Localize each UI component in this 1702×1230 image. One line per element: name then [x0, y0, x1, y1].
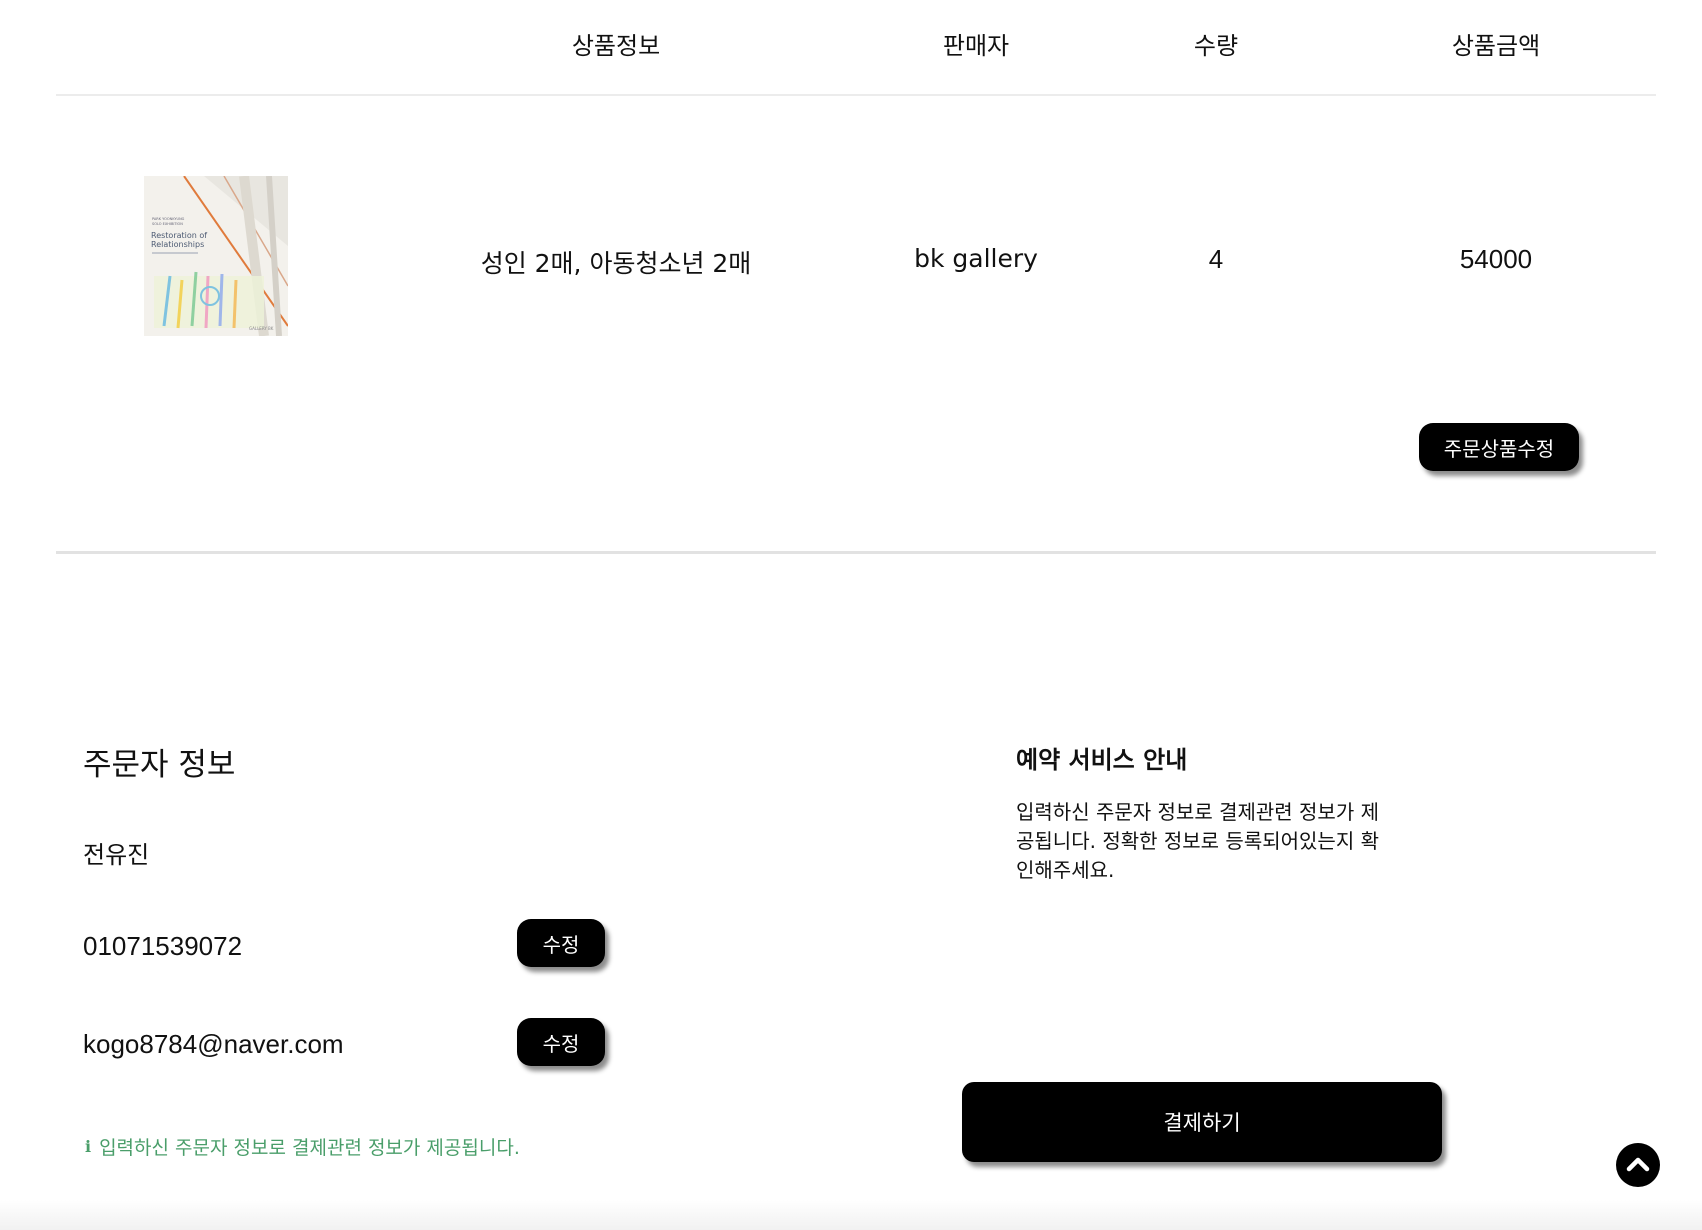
- edit-order-items-button[interactable]: 주문상품수정: [1419, 423, 1579, 471]
- row-divider: [56, 551, 1656, 554]
- header-product-info: 상품정보: [571, 32, 661, 60]
- header-amount: 상품금액: [1451, 32, 1541, 60]
- reservation-guide-title: 예약 서비스 안내: [1016, 746, 1188, 774]
- product-thumbnail: PARK YOONKYUNG SOLO EXHIBITION Restorati…: [144, 176, 288, 336]
- guide-line: 인해주세요.: [1016, 858, 1115, 882]
- edit-phone-button[interactable]: 수정: [517, 919, 605, 967]
- chevron-up-icon: [1626, 1157, 1650, 1172]
- header-seller: 판매자: [942, 32, 1010, 60]
- guide-line: 입력하신 주문자 정보로 결제관련 정보가 제: [1016, 800, 1379, 824]
- thumb-artist: PARK YOONKYUNG: [152, 217, 185, 221]
- orderer-email: kogo8784@naver.com: [83, 1029, 344, 1059]
- order-page: 상품정보 판매자 수량 상품금액 PARK YOONKYUNG SOLO EXH…: [0, 0, 1702, 1230]
- footer-shadow: [0, 1200, 1702, 1230]
- thumb-exhibition: SOLO EXHIBITION: [152, 222, 183, 226]
- header-quantity: 수량: [1193, 32, 1239, 60]
- reservation-guide-text: 입력하신 주문자 정보로 결제관련 정보가 제 공됩니다. 정확한 정보로 등록…: [1016, 798, 1396, 885]
- scroll-to-top-button[interactable]: [1616, 1143, 1660, 1187]
- edit-email-button[interactable]: 수정: [517, 1018, 605, 1066]
- thumb-brand: GALLERY BK: [249, 326, 274, 331]
- header-divider: [56, 94, 1656, 96]
- quantity-value: 4: [1208, 244, 1224, 274]
- orderer-notice: i 입력하신 주문자 정보로 결제관련 정보가 제공됩니다.: [85, 1133, 520, 1160]
- orderer-info-title: 주문자 정보: [83, 747, 236, 783]
- thumb-title-line2: Relationships: [151, 240, 204, 249]
- guide-line: 공됩니다. 정확한 정보로 등록되어있는지 확: [1016, 829, 1379, 853]
- orderer-notice-text: 입력하신 주문자 정보로 결제관련 정보가 제공됩니다.: [99, 1137, 520, 1159]
- orderer-phone: 01071539072: [83, 931, 243, 961]
- amount-value: 54000: [1459, 244, 1533, 274]
- product-description: 성인 2매, 아동청소년 2매: [480, 249, 752, 278]
- seller-name: bk gallery: [914, 244, 1038, 273]
- info-icon: i: [85, 1137, 92, 1156]
- pay-button[interactable]: 결제하기: [962, 1082, 1442, 1162]
- thumb-title-line1: Restoration of: [151, 231, 207, 240]
- orderer-name: 전유진: [83, 841, 150, 869]
